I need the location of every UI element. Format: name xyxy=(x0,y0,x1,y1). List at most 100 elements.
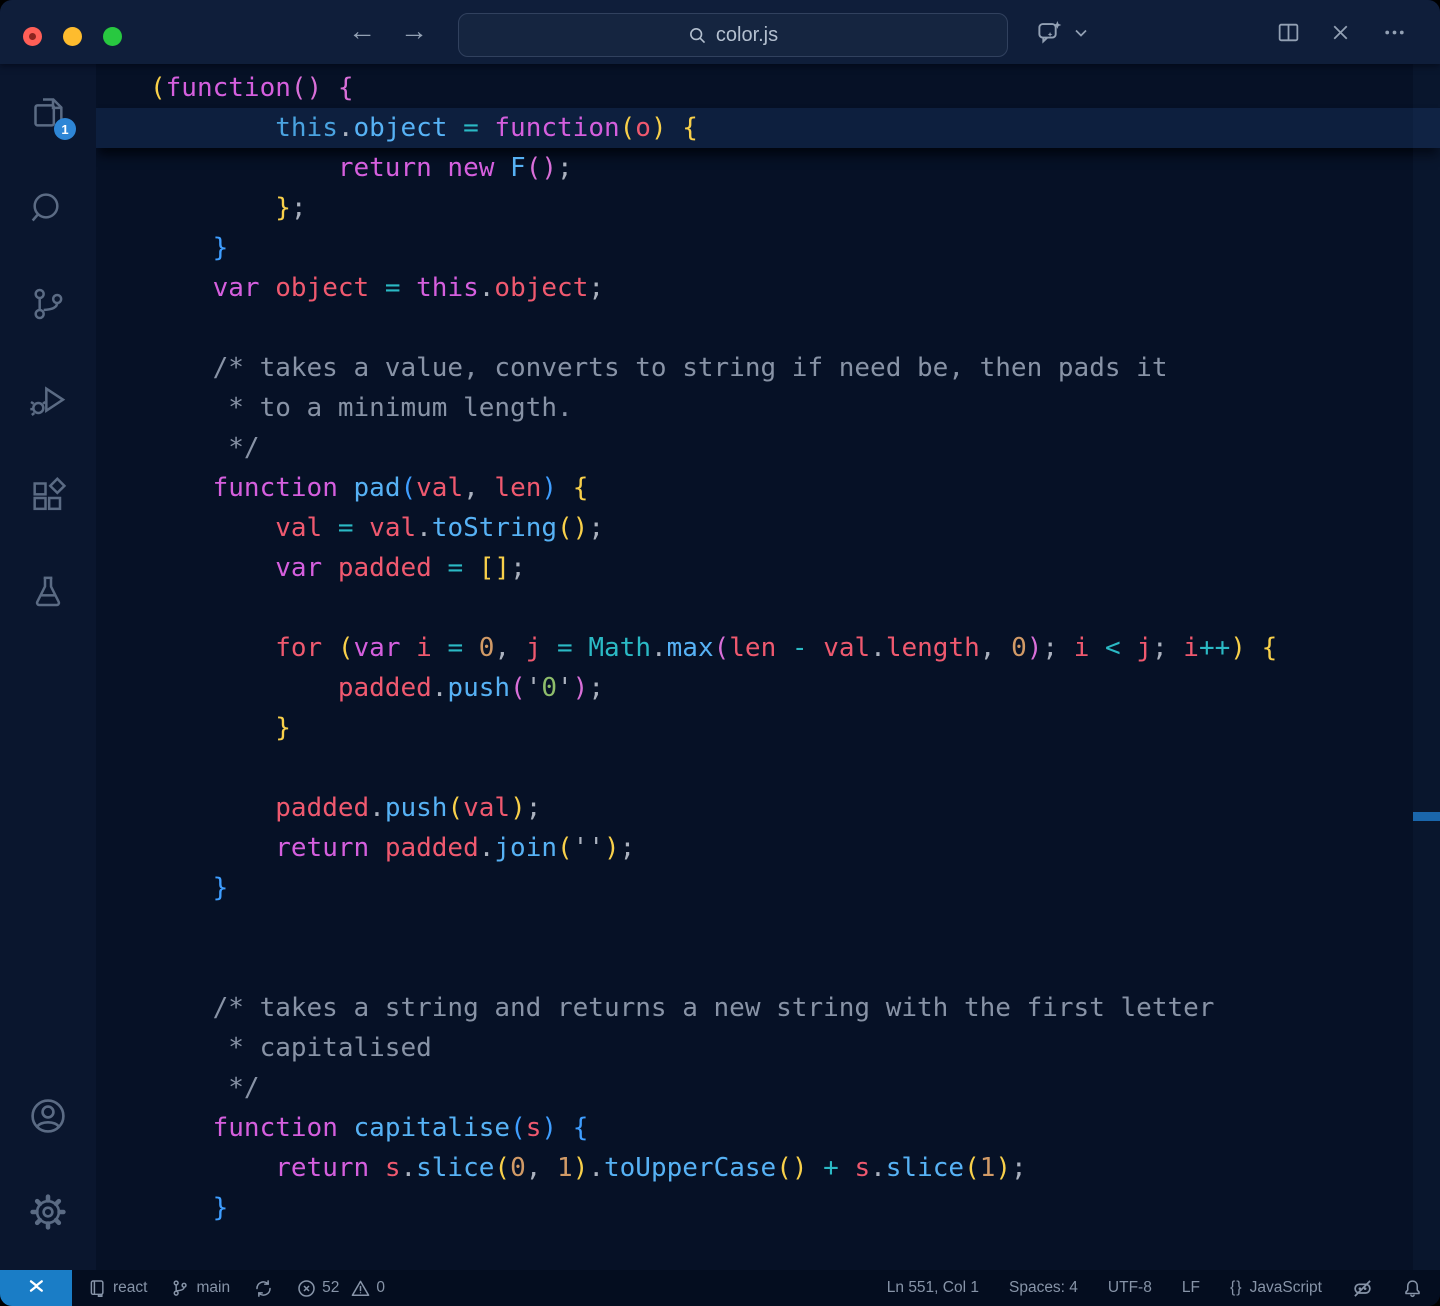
code-token: 0 xyxy=(541,673,558,703)
code-token: ( xyxy=(150,73,166,103)
eol-setting[interactable]: LF xyxy=(1182,1279,1200,1297)
code-token: + xyxy=(823,1153,839,1183)
repo-name: react xyxy=(113,1279,148,1296)
sidebar-item-settings[interactable] xyxy=(24,1190,72,1238)
code-line[interactable]: */ xyxy=(96,1068,1440,1108)
code-line[interactable]: function capitalise(s) { xyxy=(96,1108,1440,1148)
indentation-setting[interactable]: Spaces: 4 xyxy=(1009,1279,1078,1297)
code-token: , xyxy=(463,473,479,503)
code-token: * capitalised xyxy=(150,1033,432,1063)
more-actions-icon[interactable] xyxy=(1382,20,1407,45)
sidebar-item-source-control[interactable] xyxy=(24,282,72,330)
language-mode[interactable]: {} JavaScript xyxy=(1230,1279,1322,1297)
code-line[interactable] xyxy=(96,948,1440,988)
minimize-traffic-light[interactable] xyxy=(63,27,82,46)
code-token: } xyxy=(212,1193,229,1223)
code-token: val xyxy=(823,633,871,663)
code-line[interactable]: var object = this.object; xyxy=(96,268,1440,308)
forward-arrow[interactable]: → xyxy=(400,0,428,64)
code-token: ' xyxy=(525,673,542,703)
code-line[interactable] xyxy=(96,588,1440,628)
repo-status-item[interactable]: react xyxy=(88,1279,147,1297)
code-area: (function() { this.object = function(o) … xyxy=(96,64,1440,1270)
code-line[interactable] xyxy=(96,308,1440,348)
sidebar-item-run-debug[interactable] xyxy=(24,378,72,426)
back-arrow[interactable]: ← xyxy=(348,0,376,64)
code-token: ( xyxy=(713,633,730,663)
code-line[interactable]: return s.slice(0, 1).toUpperCase() + s.s… xyxy=(96,1148,1440,1188)
bell-icon[interactable] xyxy=(1403,1279,1422,1298)
remote-indicator-button[interactable] xyxy=(0,1270,72,1306)
problems-status-item[interactable]: 52 0 xyxy=(297,1279,385,1298)
code-line[interactable] xyxy=(96,908,1440,948)
code-token: . xyxy=(478,833,495,863)
editor[interactable]: (function() { this.object = function(o) … xyxy=(96,64,1440,1270)
code-token: 0 xyxy=(510,1153,526,1183)
close-traffic-light[interactable] xyxy=(23,27,42,46)
code-line[interactable]: */ xyxy=(96,428,1440,468)
maximize-traffic-light[interactable] xyxy=(103,27,122,46)
code-line[interactable]: for (var i = 0, j = Math.max(len - val.l… xyxy=(96,628,1440,668)
code-token: for xyxy=(275,633,323,663)
status-bar-right: Ln 551, Col 1 Spaces: 4 UTF-8 LF {} Java… xyxy=(887,1278,1440,1299)
code-token: ( xyxy=(447,793,464,823)
code-line[interactable]: * capitalised xyxy=(96,1028,1440,1068)
code-line[interactable]: padded.push('0'); xyxy=(96,668,1440,708)
encoding-setting[interactable]: UTF-8 xyxy=(1108,1279,1152,1297)
code-line[interactable]: }; xyxy=(96,188,1440,228)
code-line[interactable]: this.object = function(o) { xyxy=(96,108,1440,148)
warning-count: 0 xyxy=(376,1279,385,1296)
sidebar-item-search[interactable] xyxy=(24,186,72,234)
code-line[interactable]: var padded = []; xyxy=(96,548,1440,588)
code-token: capitalise xyxy=(353,1113,511,1143)
scrollbar[interactable] xyxy=(1413,64,1440,1270)
code-line[interactable] xyxy=(96,748,1440,788)
sync-status-item[interactable] xyxy=(254,1279,273,1298)
code-line[interactable]: val = val.toString(); xyxy=(96,508,1440,548)
sidebar-item-testing[interactable] xyxy=(24,570,72,618)
code-line[interactable]: } xyxy=(96,708,1440,748)
code-token: } xyxy=(212,233,229,263)
code-line[interactable]: /* takes a value, converts to string if … xyxy=(96,348,1440,388)
code-token: . xyxy=(870,633,886,663)
sidebar-item-account[interactable] xyxy=(24,1094,72,1142)
copilot-disabled-icon[interactable] xyxy=(1352,1278,1373,1299)
code-line[interactable] xyxy=(96,1228,1440,1268)
sidebar-item-extensions[interactable] xyxy=(24,474,72,522)
code-token: join xyxy=(494,833,558,863)
split-editor-icon[interactable] xyxy=(1276,20,1301,45)
code-token: return xyxy=(275,1153,370,1183)
code-line[interactable]: function pad(val, len) { xyxy=(96,468,1440,508)
command-center-search[interactable]: color.js xyxy=(458,13,1008,57)
copilot-chat-icon[interactable] xyxy=(1036,19,1063,46)
code-token: push xyxy=(447,673,511,703)
code-line[interactable]: return padded.join(''); xyxy=(96,828,1440,868)
sidebar-item-explorer[interactable]: 1 xyxy=(24,90,76,140)
code-line[interactable]: } xyxy=(96,228,1440,268)
code-line[interactable]: } xyxy=(96,868,1440,908)
code-line[interactable]: (function() { xyxy=(96,68,1440,108)
chevron-down-icon[interactable] xyxy=(1074,28,1088,38)
code-token: ) xyxy=(510,793,526,823)
code-token: ; xyxy=(1042,633,1059,663)
code-token: var xyxy=(212,273,260,303)
code-token: s xyxy=(525,1113,542,1143)
code-line[interactable]: padded.push(val); xyxy=(96,788,1440,828)
close-icon[interactable] xyxy=(1328,20,1353,45)
code-line[interactable]: * to a minimum length. xyxy=(96,388,1440,428)
code-token: } xyxy=(275,713,291,743)
code-token: ; xyxy=(1011,1153,1027,1183)
code-line[interactable]: /* takes a string and returns a new stri… xyxy=(96,988,1440,1028)
branch-status-item[interactable]: main xyxy=(171,1279,230,1297)
code-line[interactable]: return new F(); xyxy=(96,148,1440,188)
cursor-position[interactable]: Ln 551, Col 1 xyxy=(887,1279,979,1297)
code-line[interactable]: } xyxy=(96,1188,1440,1228)
